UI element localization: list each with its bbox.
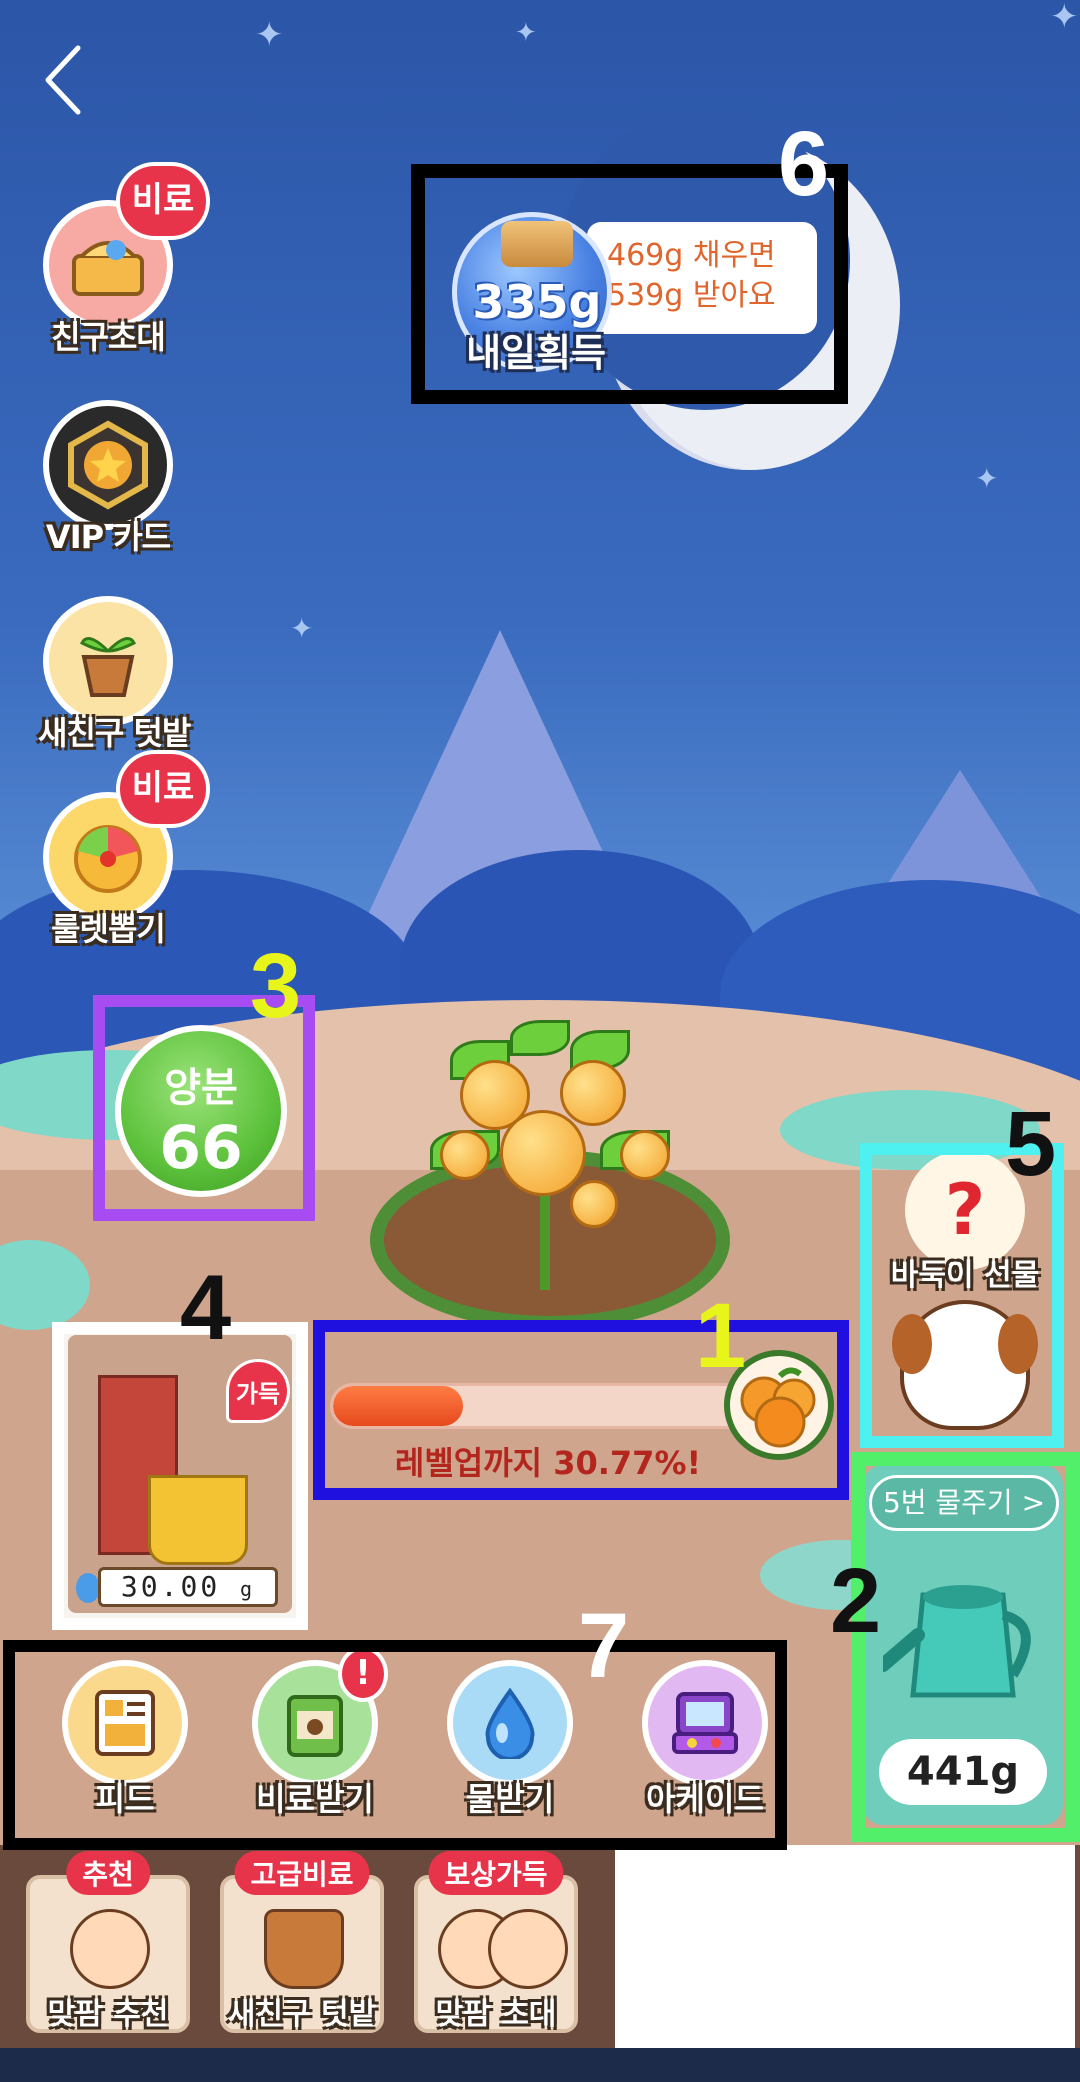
roulette-label: 룰렛뽑기 [51, 910, 166, 948]
back-button[interactable] [40, 40, 90, 120]
chevron-left-icon [45, 45, 81, 115]
annotation-number-7: 7 [578, 1595, 630, 1697]
annotation-box-2 [851, 1452, 1080, 1842]
orange-fruit [440, 1130, 490, 1180]
matfarm-recommend-card[interactable]: 추천 맞팜 추천 [26, 1851, 190, 2033]
invite-friend-label: 친구초대 [51, 318, 166, 356]
annotation-box-4 [52, 1322, 308, 1630]
plant-pot-icon [43, 596, 173, 726]
system-nav-bar [0, 2048, 1080, 2082]
new-friend-garden-label: 새친구 텃밭 [38, 714, 191, 752]
annotation-number-2: 2 [830, 1550, 882, 1652]
annotation-number-1: 1 [695, 1285, 747, 1387]
roulette-button[interactable]: 룰렛뽑기 비료 [38, 750, 210, 950]
matfarm-recommend-label: 맞팜 추천 [47, 1997, 169, 2032]
reward-full-badge: 보상가득 [428, 1851, 564, 1895]
invite-friend-button[interactable]: 친구초대 비료 [38, 162, 210, 358]
annotation-box-7 [3, 1640, 787, 1850]
star-decoration: ✦ [1050, 0, 1079, 37]
new-friend-garden-card-label: 새친구 텃밭 [227, 1997, 377, 2032]
star-hexagon-icon [43, 400, 173, 530]
farmer-girl-icon [70, 1909, 150, 1989]
vip-card-button[interactable]: VIP 카드 [38, 400, 178, 558]
new-friend-garden-button[interactable]: 새친구 텃밭 [38, 596, 191, 754]
orange-fruit [570, 1180, 618, 1228]
star-decoration: ✦ [975, 462, 999, 495]
vip-card-label: VIP 카드 [45, 518, 171, 556]
recommend-badge: 추천 [66, 1851, 150, 1895]
new-friend-garden-card[interactable]: 고급비료 새친구 텃밭 [220, 1851, 384, 2033]
orange-fruit [500, 1110, 586, 1196]
star-decoration: ✦ [515, 18, 537, 48]
annotation-number-6: 6 [778, 113, 830, 215]
annotation-number-5: 5 [1005, 1093, 1057, 1195]
premium-fertilizer-badge: 고급비료 [234, 1851, 370, 1895]
fertilizer-badge: 비료 [116, 750, 210, 828]
plant-pot-icon [264, 1909, 344, 1989]
orange-tree[interactable] [360, 1020, 740, 1340]
annotation-number-3: 3 [250, 935, 302, 1037]
matfarm-invite-card[interactable]: 보상가득 맞팜 초대 [414, 1851, 578, 2033]
annotation-box-1 [313, 1320, 849, 1500]
star-decoration: ✦ [255, 15, 284, 55]
orange-fruit [560, 1060, 626, 1126]
annotation-number-4: 4 [180, 1257, 232, 1359]
ad-placeholder [615, 1845, 1075, 2048]
orange-fruit [620, 1130, 670, 1180]
fertilizer-badge: 비료 [116, 162, 210, 240]
matfarm-invite-label: 맞팜 초대 [435, 1997, 557, 2032]
